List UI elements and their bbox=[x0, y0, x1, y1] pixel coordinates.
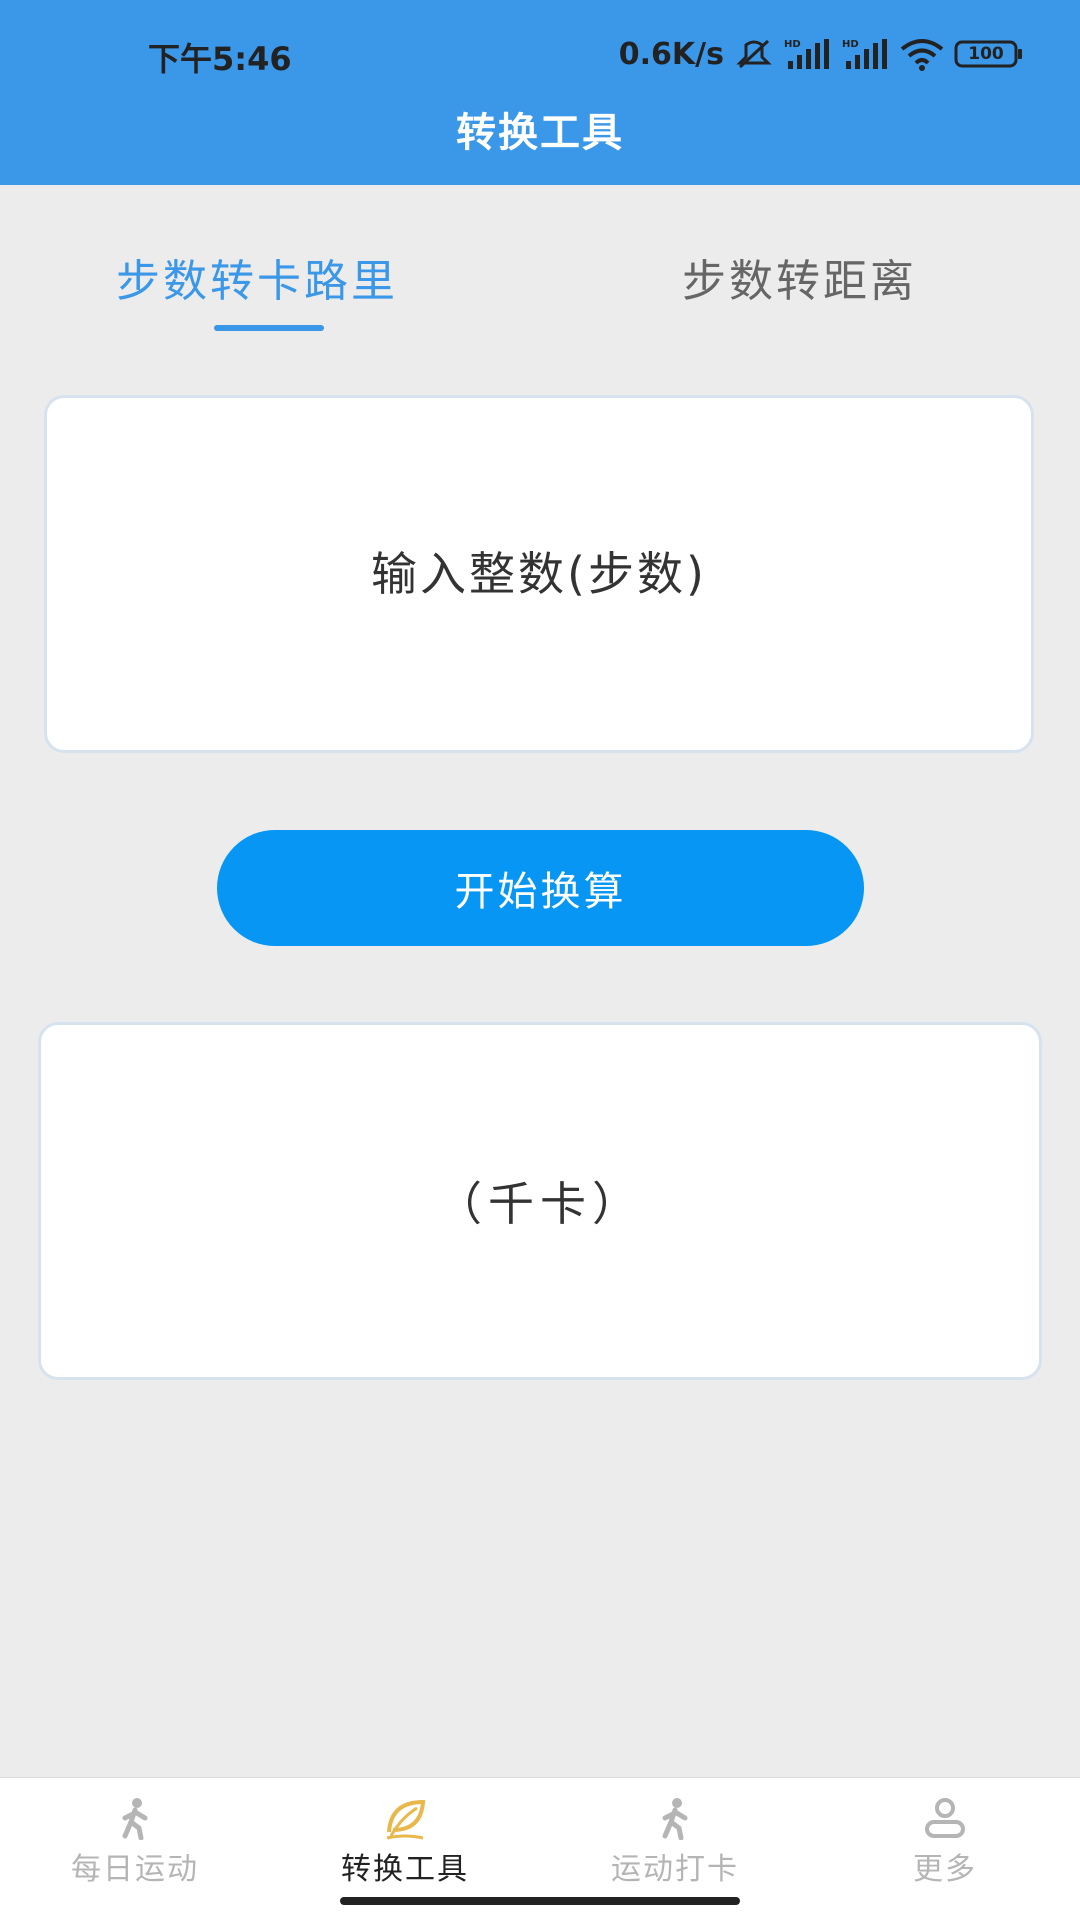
net-speed: 0.6K/s bbox=[618, 36, 724, 72]
nav-label: 转换工具 bbox=[341, 1852, 469, 1887]
steps-input-card bbox=[44, 395, 1034, 753]
runner-icon bbox=[653, 1796, 697, 1840]
status-icons: 0.6K/s HD HD 100 bbox=[619, 34, 1024, 74]
convert-button[interactable]: 开始换算 bbox=[217, 830, 864, 946]
nav-label: 每日运动 bbox=[71, 1852, 199, 1887]
user-icon bbox=[923, 1796, 967, 1840]
battery-icon: 100 bbox=[954, 39, 1024, 69]
nav-item-conversion-tool[interactable]: 转换工具 bbox=[305, 1796, 505, 1896]
steps-input[interactable] bbox=[94, 546, 984, 602]
wifi-icon bbox=[900, 37, 944, 71]
result-card: （千卡） bbox=[38, 1022, 1042, 1380]
nav-item-more[interactable]: 更多 bbox=[845, 1796, 1045, 1896]
svg-text:HD: HD bbox=[784, 39, 801, 50]
tab-steps-to-calories[interactable]: 步数转卡路里 bbox=[116, 245, 398, 309]
runner-icon bbox=[113, 1796, 157, 1840]
signal-hd-icon: HD bbox=[842, 37, 890, 71]
app-header: 下午5:46 0.6K/s HD HD 100 转换工具 bbox=[0, 0, 1080, 185]
leaf-icon bbox=[383, 1796, 427, 1840]
nav-item-exercise-checkin[interactable]: 运动打卡 bbox=[575, 1796, 775, 1896]
nav-label: 运动打卡 bbox=[611, 1852, 739, 1887]
home-indicator[interactable] bbox=[340, 1897, 740, 1905]
mute-icon bbox=[734, 37, 774, 71]
tab-steps-to-distance[interactable]: 步数转距离 bbox=[682, 245, 917, 309]
status-time: 下午5:46 bbox=[148, 40, 292, 78]
tab-bar: 步数转卡路里 步数转距离 bbox=[0, 235, 1080, 335]
signal-hd-icon: HD bbox=[784, 37, 832, 71]
nav-label: 更多 bbox=[913, 1852, 977, 1887]
page-title: 转换工具 bbox=[456, 110, 624, 156]
battery-level: 100 bbox=[968, 44, 1004, 64]
svg-text:HD: HD bbox=[842, 39, 859, 50]
active-tab-indicator bbox=[214, 325, 324, 331]
result-text: （千卡） bbox=[436, 1177, 644, 1231]
nav-item-daily-exercise[interactable]: 每日运动 bbox=[35, 1796, 235, 1896]
